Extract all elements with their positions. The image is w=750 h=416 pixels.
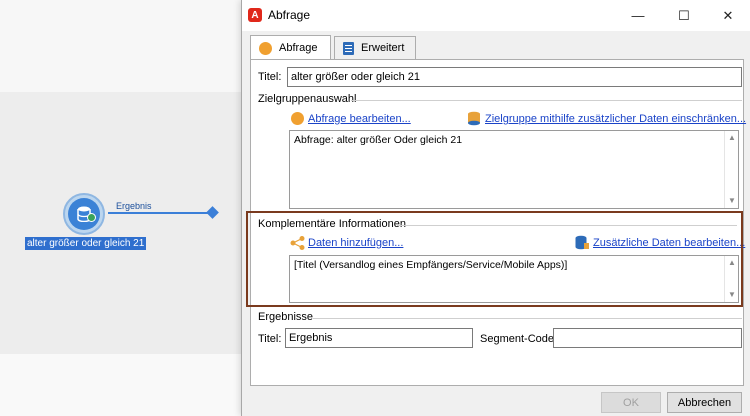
divider bbox=[313, 318, 742, 319]
scroll-up-icon[interactable]: ▲ bbox=[727, 133, 737, 143]
dialog-titlebar[interactable]: A Abfrage — ☐ ✕ bbox=[242, 0, 750, 31]
segment-code-label: Segment-Code: bbox=[480, 333, 558, 345]
maximize-button[interactable]: ☐ bbox=[661, 0, 707, 31]
restrict-target-link[interactable]: Zielgruppe mithilfe zusätzlicher Daten e… bbox=[485, 113, 746, 125]
ok-button[interactable]: OK bbox=[601, 392, 661, 413]
complementary-info-highlight bbox=[246, 211, 743, 307]
clipboard-icon bbox=[343, 41, 354, 55]
edit-query-link[interactable]: Abfrage bearbeiten... bbox=[308, 113, 411, 125]
dialog-title: Abfrage bbox=[268, 8, 311, 22]
scroll-down-icon[interactable]: ▼ bbox=[727, 196, 737, 206]
close-button[interactable]: ✕ bbox=[705, 0, 750, 31]
canvas-bottom-area bbox=[0, 354, 242, 416]
cancel-button[interactable]: Abbrechen bbox=[667, 392, 742, 413]
tab-abfrage[interactable]: Abfrage bbox=[250, 35, 331, 60]
scrollbar[interactable]: ▲ ▼ bbox=[724, 131, 738, 208]
cancel-button-label: Abbrechen bbox=[677, 396, 732, 409]
results-title-input[interactable]: Ergebnis bbox=[285, 328, 473, 348]
results-title-label: Titel: bbox=[258, 333, 282, 345]
ok-button-label: OK bbox=[623, 396, 639, 409]
query-summary-area[interactable]: Abfrage: alter größer Oder gleich 21 ▲ ▼ bbox=[289, 130, 739, 209]
target-selection-heading: Zielgruppenauswahl bbox=[258, 93, 357, 105]
transition-label: Ergebnis bbox=[116, 201, 152, 211]
tab-erweitert[interactable]: Erweitert bbox=[334, 36, 416, 59]
node-status-icon bbox=[87, 213, 96, 222]
tab-label: Erweitert bbox=[361, 42, 405, 54]
title-input[interactable]: alter größer oder gleich 21 bbox=[287, 67, 742, 87]
node-label[interactable]: alter größer oder gleich 21 bbox=[25, 237, 147, 250]
query-dialog: A Abfrage — ☐ ✕ Erweitert Abfrage Titel:… bbox=[241, 0, 750, 416]
segment-code-input[interactable] bbox=[553, 328, 742, 348]
title-label: Titel: bbox=[258, 71, 282, 83]
results-heading: Ergebnisse bbox=[258, 311, 314, 323]
circle-icon bbox=[259, 41, 272, 55]
tab-label: Abfrage bbox=[279, 42, 318, 54]
minimize-button[interactable]: — bbox=[615, 0, 661, 31]
divider bbox=[351, 100, 742, 101]
query-circle-icon bbox=[291, 112, 304, 125]
database-filter-icon bbox=[468, 111, 480, 126]
canvas-top-area bbox=[0, 0, 242, 92]
app-logo-icon: A bbox=[248, 8, 262, 22]
transition-line[interactable] bbox=[108, 212, 212, 214]
query-summary-text: Abfrage: alter größer Oder gleich 21 bbox=[294, 134, 463, 146]
workflow-canvas[interactable] bbox=[0, 92, 242, 354]
